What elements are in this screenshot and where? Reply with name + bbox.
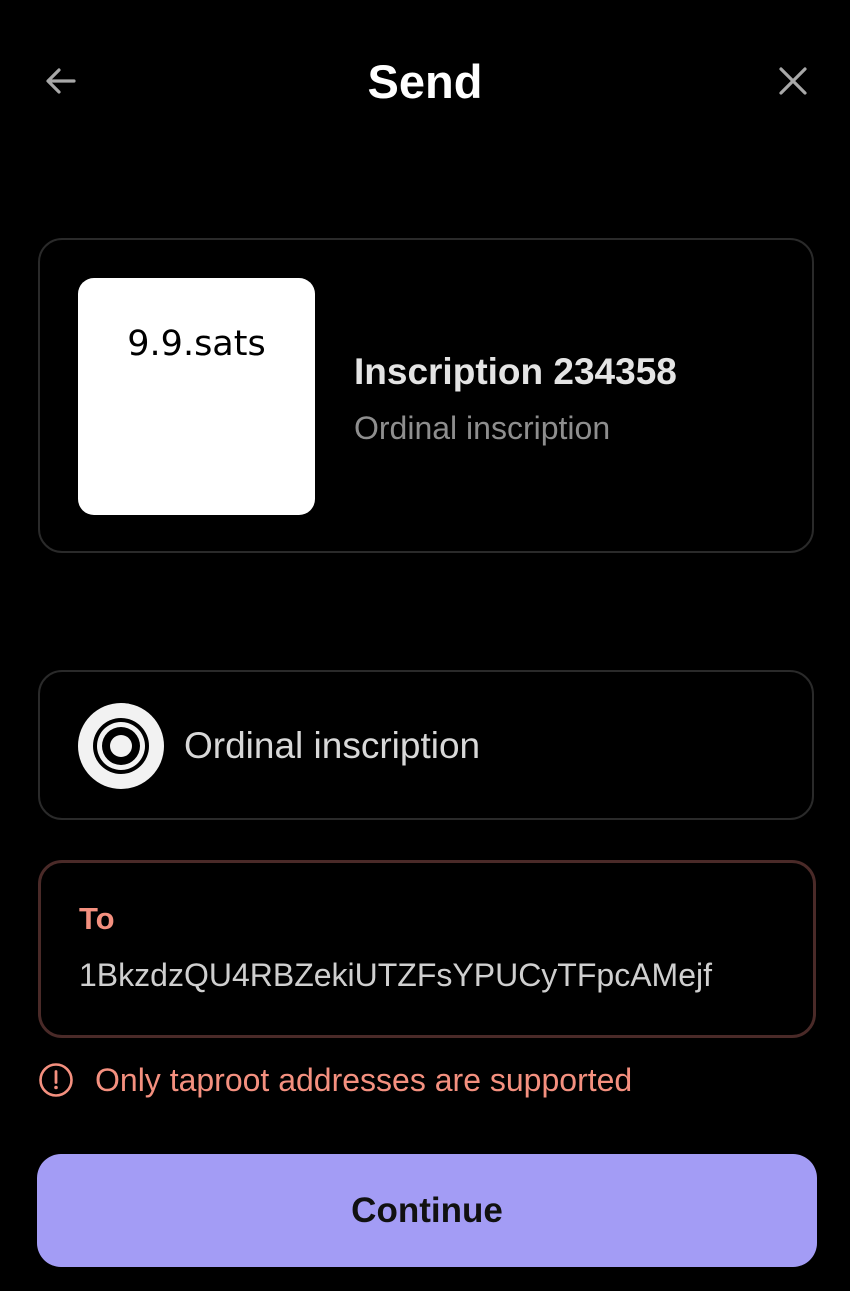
page-title: Send: [367, 55, 483, 108]
asset-type-row: Ordinal inscription: [38, 670, 814, 820]
inscription-preview: 9.9.sats: [78, 278, 315, 515]
error-text: Only taproot addresses are supported: [95, 1062, 633, 1098]
close-button[interactable]: [770, 58, 816, 104]
ordinal-icon: [78, 703, 164, 789]
continue-label: Continue: [351, 1190, 503, 1230]
inscription-card: 9.9.sats Inscription 234358 Ordinal insc…: [38, 238, 814, 553]
header: Send: [0, 0, 850, 165]
recipient-address-field[interactable]: To 1BkzdzQU4RBZekiUTZFsYPUCyTFpcAMejf: [38, 860, 816, 1038]
inscription-subtitle: Ordinal inscription: [354, 410, 611, 446]
recipient-address-input[interactable]: 1BkzdzQU4RBZekiUTZFsYPUCyTFpcAMejf: [79, 955, 712, 995]
error-circle-icon: [39, 1063, 73, 1097]
close-icon: [779, 67, 807, 95]
asset-type-label: Ordinal inscription: [184, 725, 481, 766]
continue-button[interactable]: Continue: [37, 1154, 817, 1267]
error-message: Only taproot addresses are supported: [38, 1058, 632, 1102]
inscription-preview-text: 9.9.sats: [127, 324, 266, 364]
inscription-title: Inscription 234358: [354, 351, 677, 392]
recipient-label: To: [79, 901, 115, 936]
